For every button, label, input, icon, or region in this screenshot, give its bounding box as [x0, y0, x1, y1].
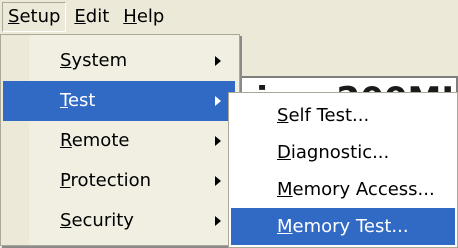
- test-submenu: Self Test... Diagnostic... Memory Access…: [228, 92, 458, 248]
- menu-bar: Setup Edit Help: [0, 0, 458, 34]
- submenu-item-memory-test[interactable]: Memory Test...: [231, 208, 455, 245]
- menu-edit[interactable]: Edit: [68, 2, 115, 32]
- menu-item-system[interactable]: System: [3, 41, 235, 81]
- menu-help[interactable]: Help: [117, 2, 170, 32]
- menu-setup[interactable]: Setup: [2, 2, 67, 32]
- menu-item-remote[interactable]: Remote: [3, 121, 235, 161]
- submenu-arrow-icon: [215, 96, 221, 106]
- menu-item-test[interactable]: Test: [3, 81, 235, 121]
- submenu-item-memory-access[interactable]: Memory Access...: [231, 171, 455, 208]
- submenu-item-self-test[interactable]: Self Test...: [231, 97, 455, 134]
- menu-item-protection[interactable]: Protection: [3, 161, 235, 201]
- setup-dropdown-menu: System Test Remote Protection Security: [0, 34, 240, 246]
- submenu-arrow-icon: [215, 176, 221, 186]
- submenu-item-diagnostic[interactable]: Diagnostic...: [231, 134, 455, 171]
- submenu-arrow-icon: [215, 216, 221, 226]
- submenu-arrow-icon: [215, 56, 221, 66]
- application-window: sinus200MHz Setup Edit Help System Test …: [0, 0, 458, 248]
- menu-item-security[interactable]: Security: [3, 201, 235, 241]
- submenu-arrow-icon: [215, 136, 221, 146]
